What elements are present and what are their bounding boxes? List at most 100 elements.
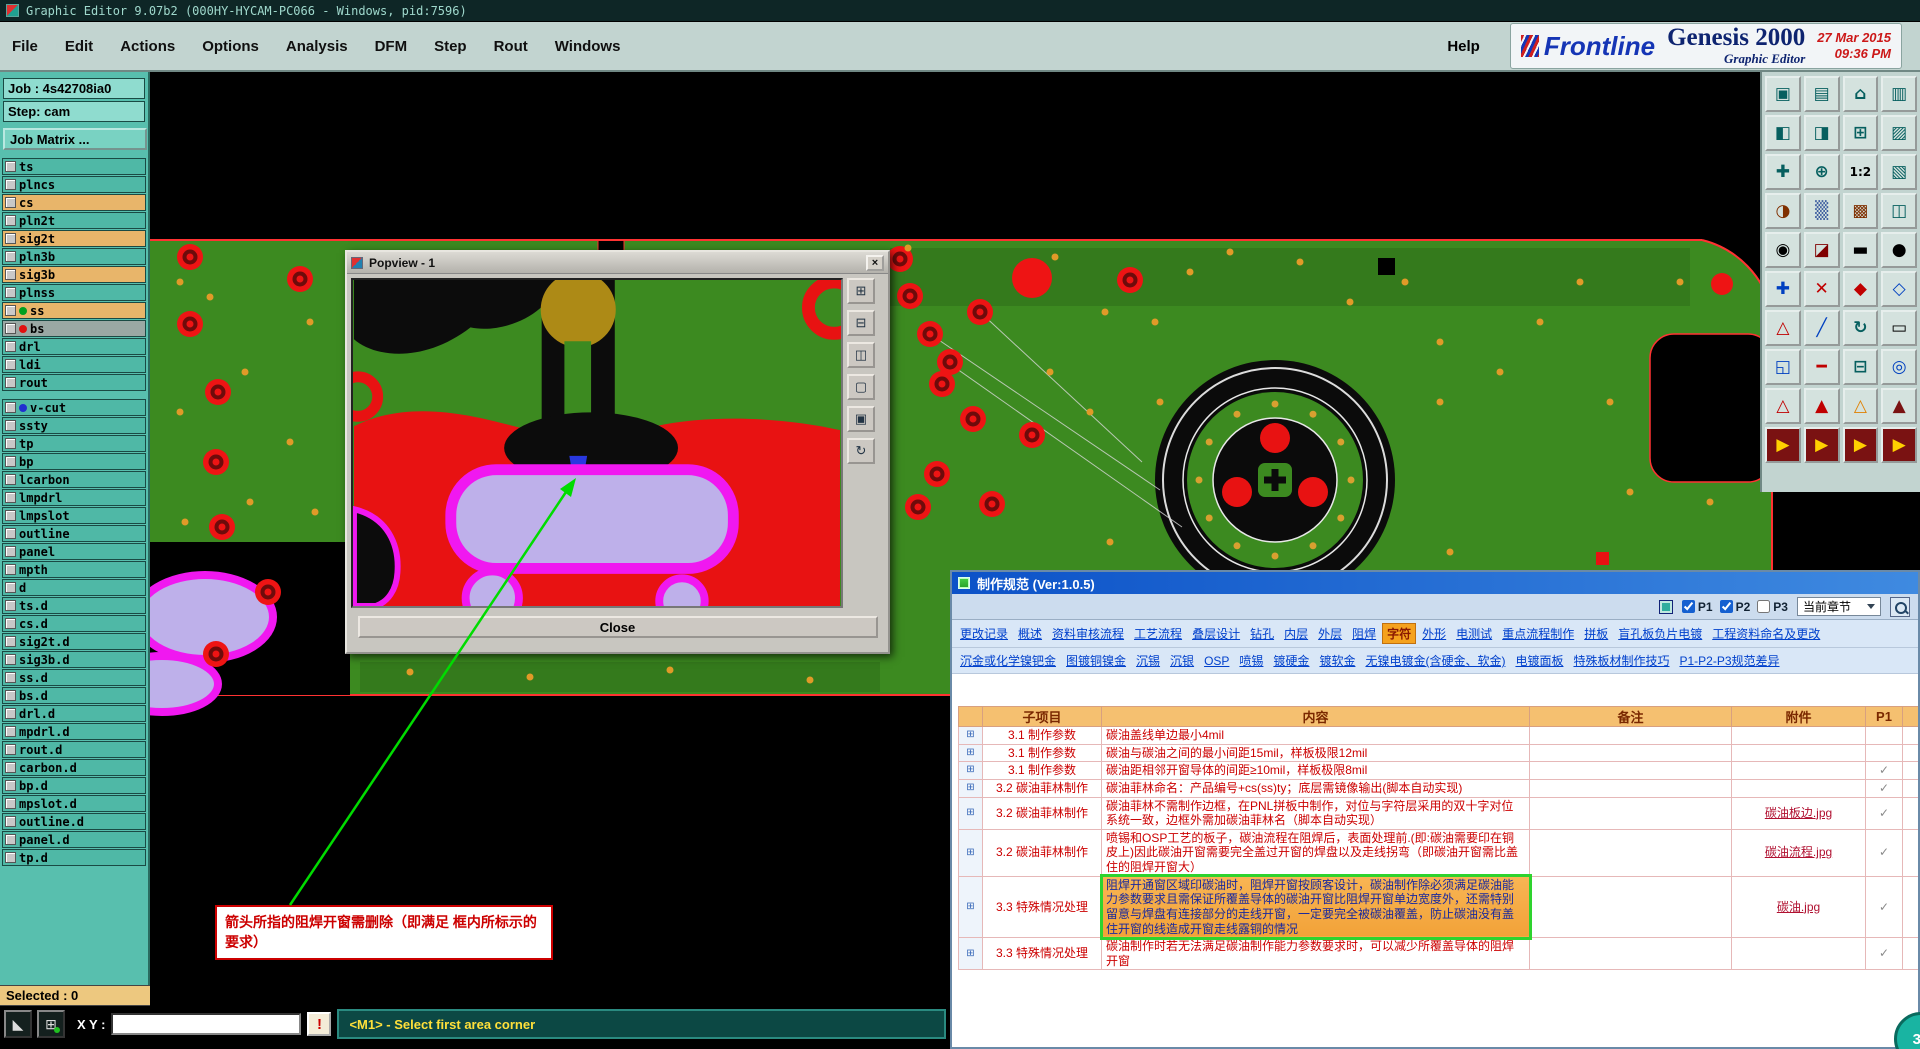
layer-row-tp[interactable]: tp [2, 435, 146, 452]
popview-refresh-icon[interactable]: ↻ [847, 438, 875, 464]
tab-重点流程制作[interactable]: 重点流程制作 [1498, 624, 1578, 643]
circle-tool-icon[interactable]: ◎ [1881, 349, 1917, 385]
tab-阻焊[interactable]: 阻焊 [1348, 624, 1380, 643]
menu-analysis[interactable]: Analysis [286, 38, 348, 55]
cursor-arrow-icon-4[interactable]: ▶ [1881, 427, 1917, 463]
layer-row-pln2t[interactable]: pln2t [2, 212, 146, 229]
layer-toggle[interactable] [5, 528, 16, 539]
layer-toggle[interactable] [5, 420, 16, 431]
row-p1-check[interactable]: ✓ [1865, 761, 1903, 780]
layer-row-cs[interactable]: cs [2, 194, 146, 211]
row-p1-check[interactable]: ✓ [1865, 875, 1903, 939]
layer-toggle[interactable] [5, 798, 16, 809]
hatch-view-icon[interactable]: ▨ [1881, 115, 1917, 151]
layer-toggle[interactable] [5, 600, 16, 611]
row-expand-icon[interactable]: ⊞ [958, 828, 983, 877]
row-expand-icon[interactable]: ⊞ [958, 726, 983, 745]
menu-step[interactable]: Step [434, 38, 467, 55]
layer-row-sig3b[interactable]: sig3b [2, 266, 146, 283]
layer-toggle[interactable] [5, 474, 16, 485]
layer-toggle[interactable] [5, 161, 16, 172]
layer-toggle[interactable] [5, 197, 16, 208]
layer-view-icon[interactable]: ▥ [1881, 76, 1917, 112]
layer-toggle[interactable] [5, 816, 16, 827]
layer-toggle[interactable] [5, 762, 16, 773]
alert-icon[interactable]: ! [307, 1012, 332, 1036]
menu-dfm[interactable]: DFM [375, 38, 408, 55]
split-window-icon[interactable]: ◫ [1881, 193, 1917, 229]
add-icon[interactable]: ✚ [1765, 271, 1801, 307]
view-panel-icon[interactable]: ▤ [1803, 76, 1840, 112]
cursor-arrow-icon-2[interactable]: ▶ [1803, 427, 1840, 463]
row-expand-icon[interactable]: ⊞ [958, 875, 983, 939]
attachment-link[interactable]: 碳油板边.jpg [1765, 806, 1832, 820]
tab-电测试[interactable]: 电测试 [1452, 624, 1496, 643]
row-p1-check[interactable]: ✓ [1865, 937, 1903, 971]
layer-row-ss.d[interactable]: ss.d [2, 669, 146, 686]
snap-grid-icon[interactable]: ⊞ [37, 1010, 65, 1038]
layer-row-outline.d[interactable]: outline.d [2, 813, 146, 830]
layer-toggle[interactable] [5, 744, 16, 755]
clock-icon[interactable]: ◑ [1765, 193, 1801, 229]
layer-row-ssty[interactable]: ssty [2, 417, 146, 434]
menu-windows[interactable]: Windows [555, 38, 621, 55]
filter-p1[interactable]: P1 [1681, 600, 1713, 614]
layer-toggle[interactable] [5, 654, 16, 665]
filter-p2[interactable]: P2 [1719, 600, 1750, 614]
filter-p3[interactable]: P3 [1757, 600, 1788, 614]
pan-right-icon[interactable]: ◨ [1803, 115, 1840, 151]
filter-checkbox-p1[interactable] [1681, 600, 1695, 613]
layer-toggle[interactable] [5, 708, 16, 719]
grid-icon[interactable]: ▒ [1803, 193, 1840, 229]
collapse-icon[interactable]: ⊟ [1842, 349, 1879, 385]
layer-row-ldi[interactable]: ldi [2, 356, 146, 373]
layer-toggle[interactable] [5, 287, 16, 298]
layer-toggle[interactable] [5, 233, 16, 244]
cursor-arrow-icon-1[interactable]: ▶ [1765, 427, 1801, 463]
layer-row-ts[interactable]: ts [2, 158, 146, 175]
layer-row-panel.d[interactable]: panel.d [2, 831, 146, 848]
popview-canvas[interactable] [351, 278, 843, 608]
layer-row-ss[interactable]: ss [2, 302, 146, 319]
tab-沉锡[interactable]: 沉锡 [1132, 651, 1164, 670]
layer-toggle[interactable] [5, 269, 16, 280]
triangle-icon[interactable]: △ [1765, 310, 1801, 346]
triangle-filled-icon[interactable]: ▲ [1803, 388, 1840, 424]
tab-更改记录[interactable]: 更改记录 [956, 624, 1012, 643]
layer-row-sig2t.d[interactable]: sig2t.d [2, 633, 146, 650]
popview-split-icon[interactable]: ◫ [847, 342, 875, 368]
tab-镀软金[interactable]: 镀软金 [1315, 651, 1359, 670]
search-icon[interactable] [1890, 596, 1910, 617]
layer-row-mpth[interactable]: mpth [2, 561, 146, 578]
row-expand-icon[interactable]: ⊞ [958, 778, 983, 798]
menu-help[interactable]: Help [1447, 38, 1480, 55]
layer-row-bp[interactable]: bp [2, 453, 146, 470]
row-expand-icon[interactable]: ⊞ [958, 796, 983, 830]
layer-row-v-cut[interactable]: v-cut [2, 399, 146, 416]
layer-row-sig3b.d[interactable]: sig3b.d [2, 651, 146, 668]
menu-actions[interactable]: Actions [120, 38, 175, 55]
layer-row-lcarbon[interactable]: lcarbon [2, 471, 146, 488]
menu-options[interactable]: Options [202, 38, 259, 55]
line-tool-icon[interactable]: ╱ [1803, 310, 1840, 346]
menu-file[interactable]: File [12, 38, 38, 55]
tab-无镍电镀金(含硬金、软金)[interactable]: 无镍电镀金(含硬金、软金) [1361, 651, 1509, 670]
layer-toggle[interactable] [5, 179, 16, 190]
layer-row-panel[interactable]: panel [2, 543, 146, 560]
layer-row-cs.d[interactable]: cs.d [2, 615, 146, 632]
layer-row-mpslot.d[interactable]: mpslot.d [2, 795, 146, 812]
attachment-link[interactable]: 碳油流程.jpg [1765, 845, 1832, 859]
layer-toggle[interactable] [5, 618, 16, 629]
tab-沉金或化学镍钯金[interactable]: 沉金或化学镍钯金 [956, 651, 1060, 670]
layer-row-bs[interactable]: bs [2, 320, 146, 337]
layer-row-carbon.d[interactable]: carbon.d [2, 759, 146, 776]
job-matrix-button[interactable]: Job Matrix ... [3, 128, 147, 150]
layer-toggle[interactable] [5, 492, 16, 503]
filter-checkbox-p2[interactable] [1719, 600, 1733, 613]
row-p1-check[interactable] [1865, 726, 1903, 745]
layer-toggle[interactable] [5, 305, 16, 316]
triangle-alt-filled-icon[interactable]: ▲ [1881, 388, 1917, 424]
layer-toggle[interactable] [5, 726, 16, 737]
chapter-dropdown[interactable]: 当前章节 [1796, 597, 1881, 616]
layer-row-ts.d[interactable]: ts.d [2, 597, 146, 614]
